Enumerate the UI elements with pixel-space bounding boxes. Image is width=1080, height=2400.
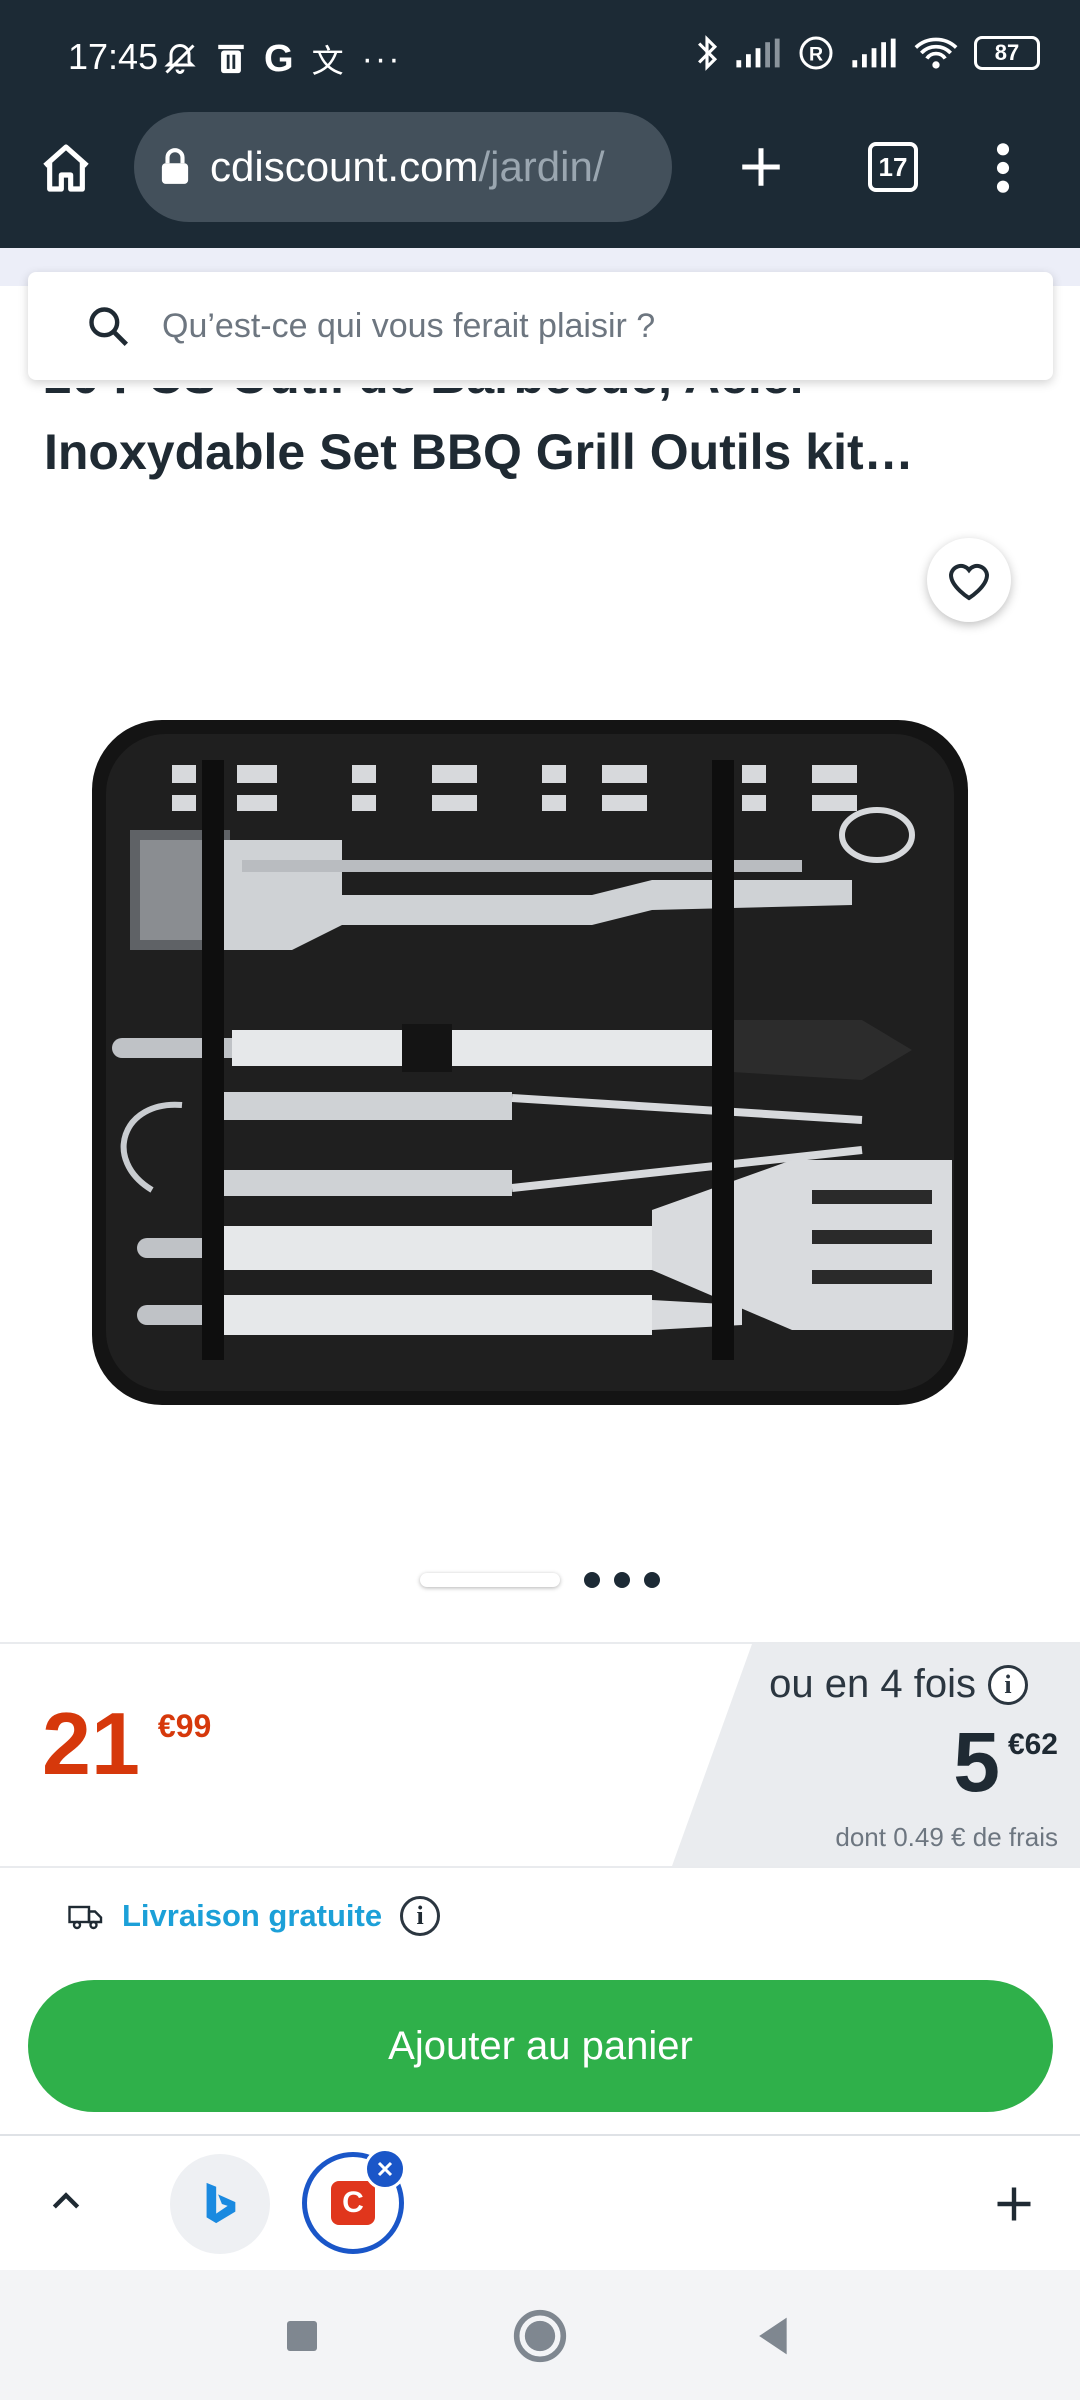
heart-icon [948,563,990,601]
status-icons-left: G 文 ··· [162,36,402,82]
search-placeholder: Qu’est-ce qui vous ferait plaisir ? [162,306,656,345]
favorite-button[interactable] [927,538,1011,622]
url-text: cdiscount.com/jardin/ [210,143,605,191]
tab-switcher-button[interactable]: 17 [868,142,918,192]
split-payment-label: ou en 4 fois i [769,1662,1028,1707]
delivery-truck-icon [68,1905,103,1930]
divider [0,1642,1080,1644]
trash-icon [218,44,244,74]
home-nav-icon[interactable] [512,2308,568,2364]
delivery-label[interactable]: Livraison gratuite [122,1898,382,1934]
product-title: 20 PCS Outil de Barbecue, Acier Inoxydab… [44,388,1044,503]
bluetooth-icon [698,35,718,71]
split-payment-price: 5 €62 [953,1720,1058,1804]
status-time: 17:45 [68,36,159,77]
carousel-indicator[interactable] [420,1572,660,1588]
product-image[interactable] [92,720,968,1405]
signal-icon [852,38,896,68]
carousel-dot[interactable] [584,1572,600,1588]
info-icon[interactable]: i [400,1896,441,1936]
battery-level: 87 [994,40,1020,65]
registered-icon: R [799,36,833,70]
lock-icon [161,148,189,184]
price-integer: 21 [42,1694,140,1793]
price-decimal: €99 [157,1708,212,1744]
translate-icon: 文 [311,43,344,79]
close-icon [377,2161,393,2177]
signal-icon [736,38,780,68]
divider [0,1866,1080,1868]
url-path: /jardin/ [478,143,605,190]
delivery-info: Livraison gratuite i [68,1896,441,1936]
close-tab-button[interactable] [364,2148,406,2190]
back-nav-icon[interactable] [752,2314,792,2358]
new-tab-icon[interactable] [736,142,786,192]
menu-icon[interactable] [988,140,1018,196]
carousel-dot[interactable] [644,1572,660,1588]
status-icons-right: R 87 [696,34,1040,72]
wifi-icon [914,37,958,69]
price: 21 €99 [42,1700,211,1788]
search-input[interactable]: Qu’est-ce qui vous ferait plaisir ? [28,272,1053,380]
more-dots-icon: ··· [361,39,402,78]
tab-bing[interactable] [170,2154,270,2254]
product-title-line1: 20 PCS Outil de Barbecue, Acier [44,388,1044,414]
carousel-dot[interactable] [614,1572,630,1588]
svg-text:R: R [809,44,823,66]
split-price-decimal: €62 [1007,1728,1058,1761]
bell-off-icon [164,43,196,74]
search-icon [89,307,129,347]
cdiscount-logo: C [331,2181,375,2225]
chevron-up-icon[interactable] [46,2182,86,2222]
bottom-toolbar [0,2134,1080,2270]
add-to-cart-button[interactable]: Ajouter au panier [28,1980,1053,2112]
product-title-line2: Inoxydable Set BBQ Grill Outils kit… [44,424,914,480]
battery-icon: 87 [974,36,1040,70]
url-bar[interactable]: cdiscount.com/jardin/ [134,112,672,222]
home-icon[interactable] [38,140,94,196]
split-price-integer: 5 [953,1715,1000,1809]
recent-apps-icon[interactable] [284,2318,320,2354]
tab-count: 17 [878,151,908,182]
bing-icon [206,2182,236,2224]
url-host: cdiscount.com [210,143,479,190]
google-icon: G [264,37,294,80]
split-payment-text: ou en 4 fois [769,1662,976,1706]
add-tab-icon[interactable] [992,2182,1036,2226]
carousel-dot-active[interactable] [420,1573,560,1587]
info-icon[interactable]: i [988,1664,1028,1705]
split-payment-fees: dont 0.49 € de frais [835,1822,1058,1852]
